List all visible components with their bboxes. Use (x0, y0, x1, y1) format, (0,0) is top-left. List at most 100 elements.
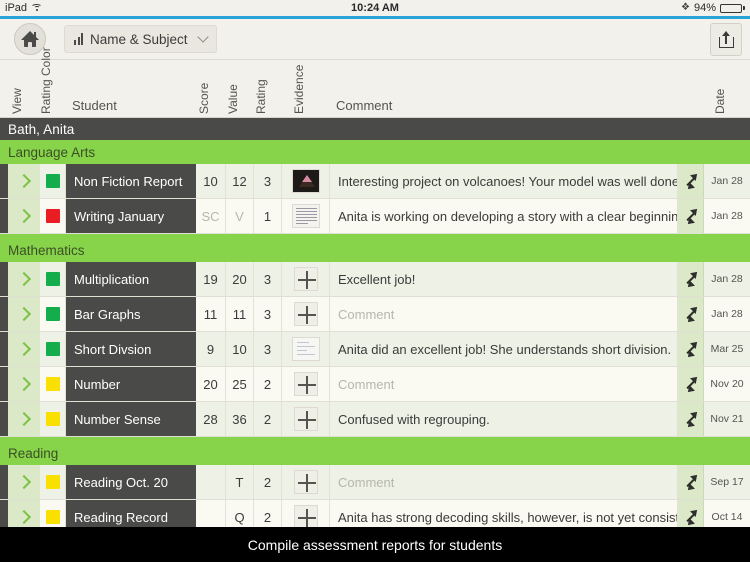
add-evidence-icon[interactable] (293, 267, 318, 291)
row-expand-toggle[interactable] (8, 500, 40, 527)
expand-row-button[interactable] (678, 367, 704, 401)
row-expand-toggle[interactable] (8, 262, 40, 296)
score-cell[interactable]: 20 (196, 367, 226, 401)
score-cell[interactable]: 28 (196, 402, 226, 436)
student-assessment-name[interactable]: Number (66, 367, 196, 401)
student-group-header[interactable]: Bath, Anita (0, 118, 750, 140)
table-row[interactable]: Reading Oct. 20 T 2 Comment Sep 17 (0, 465, 750, 499)
subject-group-header[interactable]: Reading (0, 441, 750, 465)
expand-row-button[interactable] (678, 199, 704, 233)
row-expand-toggle[interactable] (8, 402, 40, 436)
evidence-cell[interactable] (282, 262, 330, 296)
evidence-cell[interactable] (282, 332, 330, 366)
value-cell[interactable]: 20 (226, 262, 254, 296)
expand-row-button[interactable] (678, 164, 704, 198)
table-row[interactable]: Multiplication 19 20 3 Excellent job! Jan 28 (0, 262, 750, 296)
add-evidence-icon[interactable] (293, 505, 318, 527)
value-cell[interactable]: 10 (226, 332, 254, 366)
add-evidence-icon[interactable] (293, 302, 318, 326)
evidence-cell[interactable] (282, 465, 330, 499)
expand-row-button[interactable] (678, 262, 704, 296)
row-expand-toggle[interactable] (8, 465, 40, 499)
rating-cell[interactable]: 3 (254, 297, 282, 331)
evidence-cell[interactable] (282, 199, 330, 233)
value-cell[interactable]: Q (226, 500, 254, 527)
subject-group-header[interactable]: Language Arts (0, 140, 750, 164)
table-row[interactable]: Number 20 25 2 Comment Nov 20 (0, 367, 750, 401)
value-cell[interactable]: V (226, 199, 254, 233)
rating-cell[interactable]: 2 (254, 500, 282, 527)
rating-cell[interactable]: 1 (254, 199, 282, 233)
evidence-cell[interactable] (282, 297, 330, 331)
evidence-cell[interactable] (282, 402, 330, 436)
add-evidence-icon[interactable] (293, 372, 318, 396)
value-cell[interactable]: 36 (226, 402, 254, 436)
student-assessment-name[interactable]: Non Fiction Report (66, 164, 196, 198)
sort-selector[interactable]: Name & Subject (64, 25, 217, 53)
rating-color-cell[interactable] (40, 367, 66, 401)
expand-row-button[interactable] (678, 465, 704, 499)
value-cell[interactable]: 11 (226, 297, 254, 331)
comment-cell[interactable]: Comment (330, 297, 678, 331)
expand-row-button[interactable] (678, 332, 704, 366)
document-thumbnail-icon[interactable] (291, 204, 320, 228)
value-cell[interactable]: 12 (226, 164, 254, 198)
rating-color-cell[interactable] (40, 332, 66, 366)
rating-cell[interactable]: 2 (254, 465, 282, 499)
photo-thumbnail-icon[interactable] (291, 169, 320, 193)
student-assessment-name[interactable]: Multiplication (66, 262, 196, 296)
evidence-cell[interactable] (282, 164, 330, 198)
comment-cell[interactable]: Anita is working on developing a story w… (330, 199, 678, 233)
table-row[interactable]: Short Divsion 9 10 3 Anita did an excellent … (0, 332, 750, 366)
score-cell[interactable]: 9 (196, 332, 226, 366)
expand-row-button[interactable] (678, 402, 704, 436)
row-expand-toggle[interactable] (8, 367, 40, 401)
add-evidence-icon[interactable] (293, 407, 318, 431)
comment-cell[interactable]: Anita has strong decoding skills, howeve… (330, 500, 678, 527)
comment-cell[interactable]: Comment (330, 367, 678, 401)
score-cell[interactable]: SC (196, 199, 226, 233)
rating-color-cell[interactable] (40, 465, 66, 499)
row-expand-toggle[interactable] (8, 199, 40, 233)
rating-color-cell[interactable] (40, 262, 66, 296)
expand-row-button[interactable] (678, 297, 704, 331)
rating-color-cell[interactable] (40, 199, 66, 233)
subject-group-header[interactable]: Mathematics (0, 238, 750, 262)
rating-cell[interactable]: 3 (254, 262, 282, 296)
rating-cell[interactable]: 3 (254, 164, 282, 198)
comment-cell[interactable]: Confused with regrouping. (330, 402, 678, 436)
scan-thumbnail-icon[interactable] (291, 337, 320, 361)
table-row[interactable]: Reading Record Q 2 Anita has strong decodin… (0, 500, 750, 527)
rating-color-cell[interactable] (40, 297, 66, 331)
add-evidence-icon[interactable] (293, 470, 318, 494)
value-cell[interactable]: T (226, 465, 254, 499)
table-row[interactable]: Writing January SC V 1 Anita is working on d… (0, 199, 750, 233)
score-cell[interactable]: 10 (196, 164, 226, 198)
row-expand-toggle[interactable] (8, 332, 40, 366)
rating-cell[interactable]: 2 (254, 402, 282, 436)
score-cell[interactable]: 11 (196, 297, 226, 331)
score-cell[interactable] (196, 500, 226, 527)
student-assessment-name[interactable]: Bar Graphs (66, 297, 196, 331)
expand-row-button[interactable] (678, 500, 704, 527)
table-row[interactable]: Non Fiction Report 10 12 3 Interesting proje… (0, 164, 750, 198)
row-expand-toggle[interactable] (8, 297, 40, 331)
student-assessment-name[interactable]: Reading Record (66, 500, 196, 527)
student-assessment-name[interactable]: Reading Oct. 20 (66, 465, 196, 499)
value-cell[interactable]: 25 (226, 367, 254, 401)
rating-cell[interactable]: 3 (254, 332, 282, 366)
student-assessment-name[interactable]: Number Sense (66, 402, 196, 436)
comment-cell[interactable]: Interesting project on volcanoes! Your m… (330, 164, 678, 198)
table-row[interactable]: Bar Graphs 11 11 3 Comment Jan 28 (0, 297, 750, 331)
evidence-cell[interactable] (282, 500, 330, 527)
comment-cell[interactable]: Anita did an excellent job! She understa… (330, 332, 678, 366)
rating-color-cell[interactable] (40, 402, 66, 436)
comment-cell[interactable]: Excellent job! (330, 262, 678, 296)
table-row[interactable]: Number Sense 28 36 2 Confused with regroupin… (0, 402, 750, 436)
rating-color-cell[interactable] (40, 164, 66, 198)
evidence-cell[interactable] (282, 367, 330, 401)
score-cell[interactable] (196, 465, 226, 499)
rating-color-cell[interactable] (40, 500, 66, 527)
rating-cell[interactable]: 2 (254, 367, 282, 401)
score-cell[interactable]: 19 (196, 262, 226, 296)
